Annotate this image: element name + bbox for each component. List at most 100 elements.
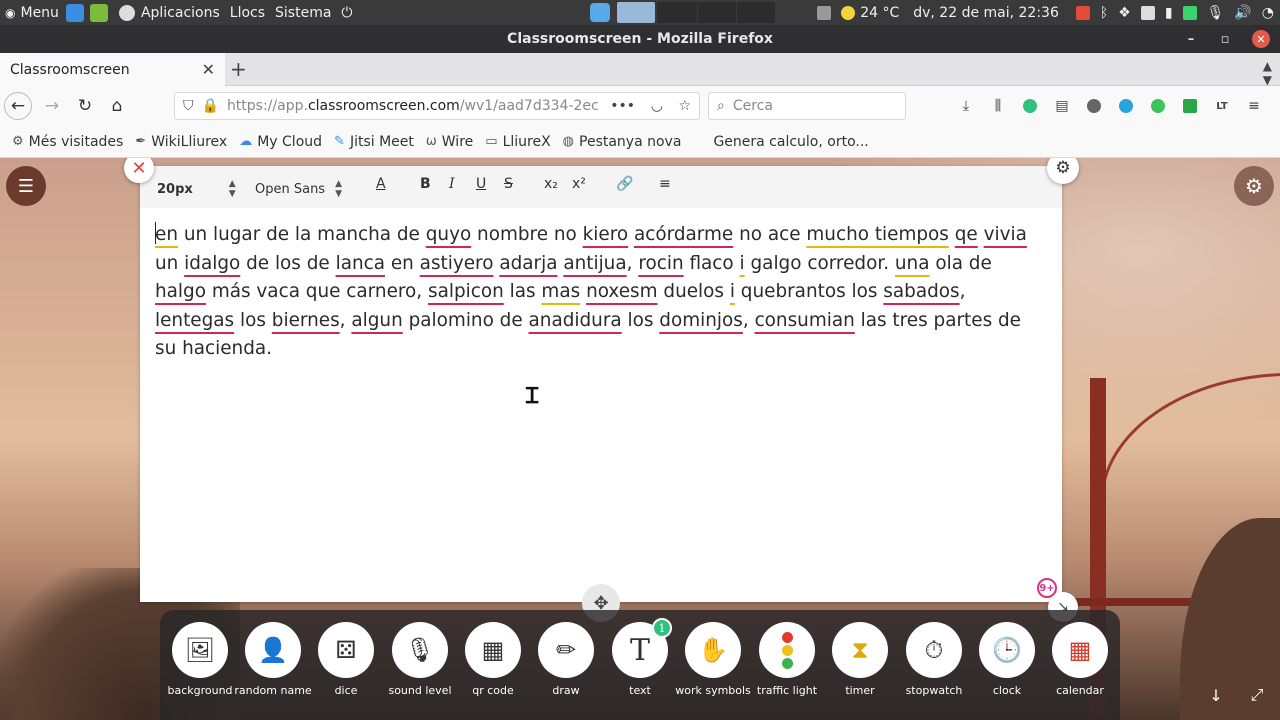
tab-close-icon[interactable]: ✕	[202, 60, 215, 79]
grammar-flag[interactable]: mas	[541, 281, 580, 302]
reload-icon[interactable]: ↻	[71, 92, 99, 120]
page-actions-icon[interactable]: •••	[610, 98, 635, 114]
dock-random-name[interactable]: 👤 random name	[234, 622, 312, 697]
menu-button[interactable]: ◉ Menu	[0, 0, 64, 25]
grammar-flag[interactable]: mucho tiempos	[806, 224, 949, 245]
spelling-error[interactable]: lanca	[336, 253, 385, 274]
spelling-error[interactable]: halgo	[155, 281, 206, 302]
lock-icon[interactable]: 🔒	[202, 98, 219, 114]
telegram-icon[interactable]	[1110, 99, 1142, 113]
bookmark-item[interactable]: Genera calculo, orto...	[713, 134, 868, 150]
network-icon[interactable]: ▮	[1165, 5, 1173, 21]
grammar-flag[interactable]: en	[155, 224, 178, 245]
pocket-icon[interactable]: ◡	[651, 98, 663, 114]
dock-calendar[interactable]: ▦ calendar	[1043, 622, 1117, 697]
spelling-error[interactable]: anadidura	[529, 310, 622, 331]
sheets-icon[interactable]	[1174, 99, 1206, 113]
spelling-error[interactable]: qe	[955, 224, 978, 245]
dock-sound-level[interactable]: 🎙 sound level	[383, 622, 457, 697]
settings-button[interactable]: ⚙	[1234, 166, 1274, 206]
spelling-error[interactable]: acórdarme	[634, 224, 733, 245]
bold-icon[interactable]: B	[420, 176, 431, 192]
tab-classroomscreen[interactable]: Classroomscreen ✕	[0, 53, 225, 86]
spelling-error[interactable]: lentegas	[155, 310, 234, 331]
font-family-select[interactable]: Open Sans ▲ ▼	[255, 179, 342, 199]
superscript-icon[interactable]: x²	[572, 176, 586, 192]
dock-timer[interactable]: ⧗ timer	[823, 622, 897, 697]
firefox-launcher-icon[interactable]	[65, 3, 84, 22]
bluetooth-icon[interactable]: ᛒ	[1100, 5, 1108, 21]
volume-icon[interactable]: 🔊	[1234, 5, 1251, 21]
back-icon[interactable]: ←	[4, 92, 32, 120]
spelling-error[interactable]: biernes	[272, 310, 340, 331]
dock-background[interactable]: 🖼 background	[163, 622, 237, 697]
text-editor[interactable]: en un lugar de la mancha de quyo nombre …	[155, 221, 1045, 364]
extension-green-icon[interactable]	[1014, 99, 1046, 113]
bookmark-item[interactable]: ☁ My Cloud	[239, 134, 322, 150]
languagetool-icon[interactable]: LT	[1206, 101, 1238, 112]
dock-work-symbols[interactable]: ✋ work symbols	[675, 622, 751, 697]
spelling-error[interactable]: consumian	[755, 310, 855, 331]
download-icon[interactable]: ⤓	[950, 98, 982, 114]
system-menu[interactable]: Sistema	[270, 0, 336, 25]
wifi-icon[interactable]: ◔	[1262, 5, 1274, 21]
tab-list-icon[interactable]: ▲ ▼	[1263, 59, 1272, 87]
shield-icon[interactable]: ⛉	[183, 98, 194, 114]
taskbar-slot[interactable]	[657, 2, 697, 23]
dock-clock[interactable]: 🕒 clock	[970, 622, 1044, 697]
home-icon[interactable]: ⌂	[103, 92, 131, 120]
main-menu-button[interactable]: ☰	[6, 166, 46, 206]
strikethrough-icon[interactable]: S	[504, 176, 513, 192]
bookmark-item[interactable]: ω Wire	[426, 134, 473, 150]
taskbar-slot[interactable]	[698, 2, 736, 23]
spelling-error[interactable]: idalgo	[184, 253, 240, 274]
dock-dice[interactable]: ⚄ dice	[309, 622, 383, 697]
new-tab-icon[interactable]: +	[230, 57, 247, 81]
fullscreen-icon[interactable]: ⤢	[1242, 680, 1272, 710]
bookmark-star-icon[interactable]: ☆	[678, 98, 691, 114]
power-icon[interactable]: ⏻	[336, 0, 357, 25]
bookmark-item[interactable]: ⚙ Més visitades	[12, 134, 123, 150]
camera-icon[interactable]	[1075, 5, 1090, 20]
forward-icon[interactable]: →	[38, 92, 66, 120]
bookmark-item[interactable]: ▭ LliureX	[485, 134, 550, 150]
spelling-error[interactable]: kiero	[583, 224, 628, 245]
align-icon[interactable]: ≡	[659, 176, 671, 192]
dock-qr-code[interactable]: ▦ qr code	[456, 622, 530, 697]
minimize-icon[interactable]: –	[1174, 32, 1208, 47]
widget-settings-button[interactable]: ⚙	[1047, 158, 1079, 184]
spelling-error[interactable]: noxesm	[586, 281, 657, 302]
apps-menu[interactable]: Aplicacions	[114, 0, 225, 25]
bookmark-item[interactable]: ✒ WikiLliurex	[135, 134, 227, 150]
spelling-error[interactable]: antijua	[563, 253, 626, 274]
firefox-tray-icon[interactable]	[617, 2, 655, 23]
taskbar-slot[interactable]	[737, 2, 775, 23]
dock-traffic-light[interactable]: traffic light	[750, 622, 824, 697]
dock-draw[interactable]: ✏ draw	[529, 622, 603, 697]
account-icon[interactable]	[1078, 99, 1110, 113]
spelling-error[interactable]: vivia	[984, 224, 1027, 245]
library-icon[interactable]: ⫼	[982, 98, 1014, 114]
trash-icon[interactable]	[817, 5, 832, 20]
spelling-error[interactable]: sabados	[883, 281, 959, 302]
italic-icon[interactable]: I	[449, 176, 455, 192]
dock-text[interactable]: T1 text	[603, 618, 677, 697]
grammar-flag[interactable]: una	[895, 253, 930, 274]
restore-icon[interactable]: ▫	[1208, 32, 1242, 47]
spelling-error[interactable]: rocin	[638, 253, 683, 274]
clock-readout[interactable]: dv, 22 de mai, 22:36	[913, 5, 1059, 21]
spelling-error[interactable]: dominjos	[659, 310, 743, 331]
android-icon[interactable]	[1182, 5, 1197, 20]
collapse-dock-icon[interactable]: ↓	[1201, 680, 1231, 710]
places-menu[interactable]: Llocs	[225, 0, 270, 25]
search-bar[interactable]: ⌕ Cerca	[708, 92, 906, 120]
subscript-icon[interactable]: x₂	[544, 176, 558, 192]
url-bar[interactable]: ⛉ 🔒 https://app. classroomscreen.com/wv1/…	[174, 92, 700, 120]
mic-tray-icon[interactable]: 🎙	[1207, 5, 1225, 21]
spotify-launcher-icon[interactable]	[89, 3, 108, 22]
cloud-tray-icon[interactable]	[590, 3, 610, 22]
whatsapp-icon[interactable]	[1142, 99, 1174, 113]
bookmark-item[interactable]: ✎ Jitsi Meet	[334, 134, 414, 150]
underline-icon[interactable]: U	[476, 176, 486, 192]
link-icon[interactable]: 🔗	[616, 176, 633, 192]
